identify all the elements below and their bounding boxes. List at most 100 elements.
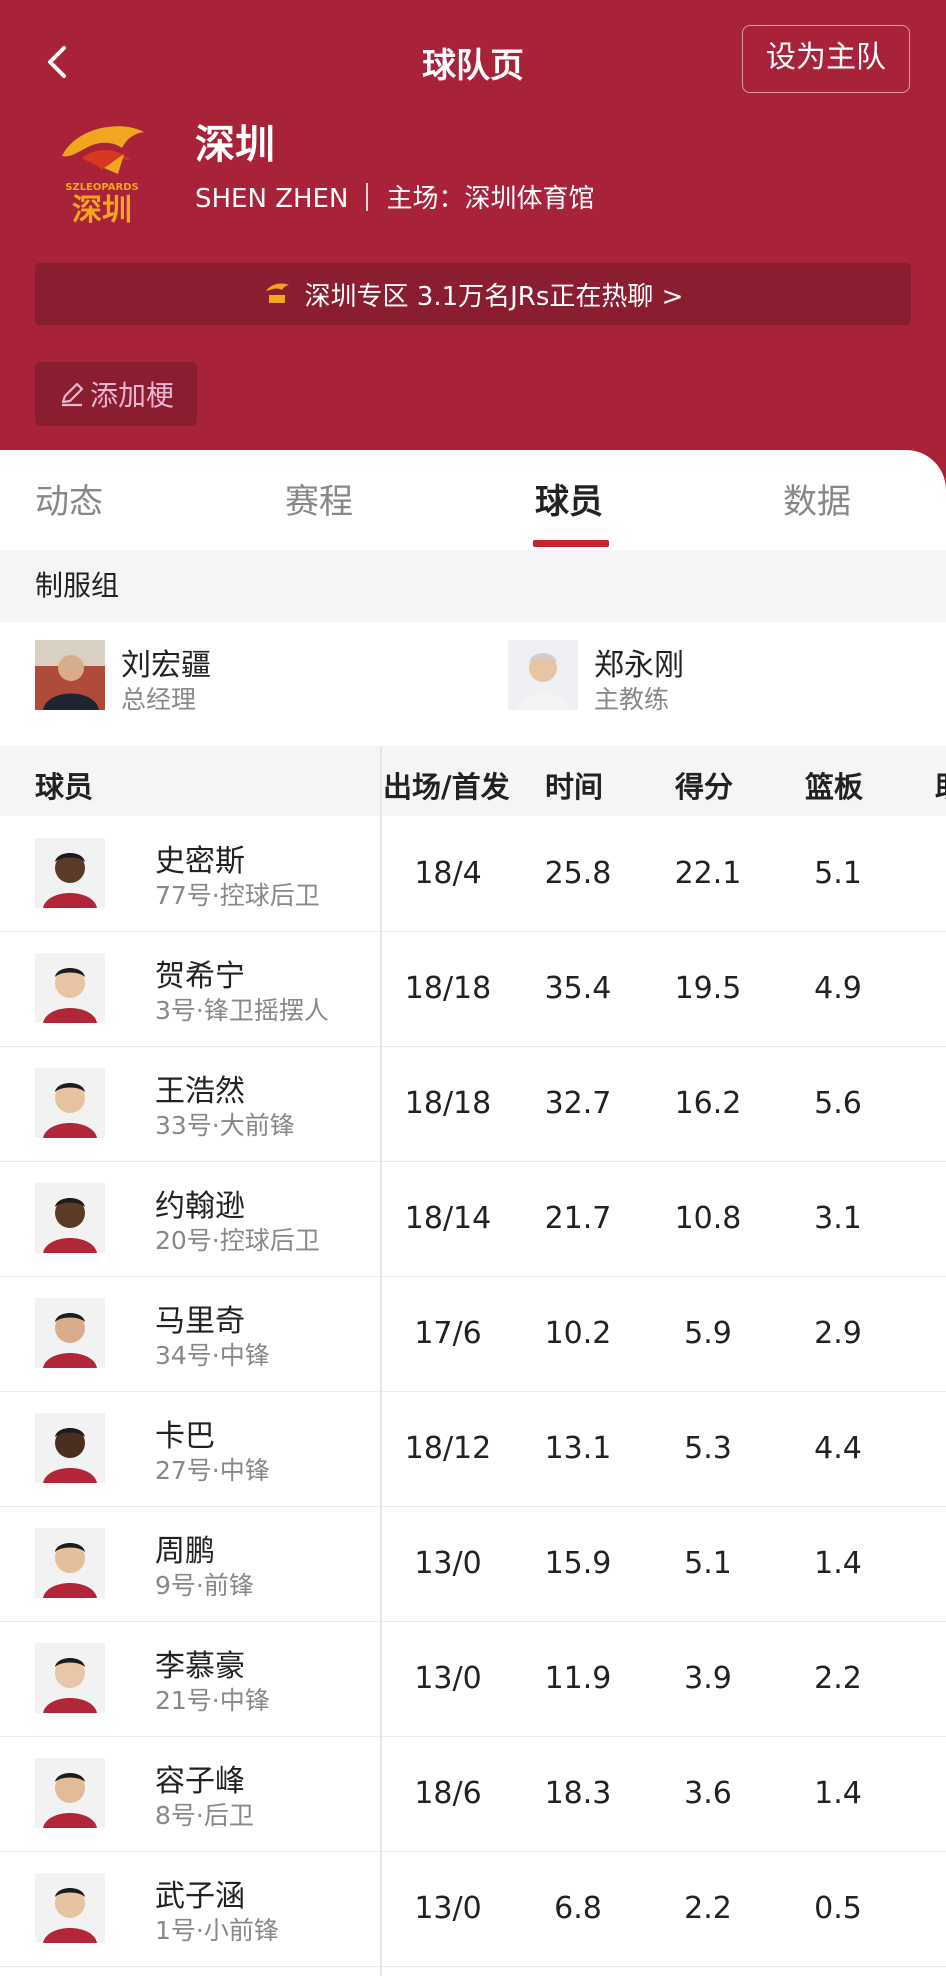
rebounds-cell: 4.9 [814, 971, 862, 1006]
team-logo-mini-icon [265, 283, 289, 303]
minutes-cell: 11.9 [544, 1661, 612, 1696]
subtitle-divider [366, 183, 369, 211]
player-number-position: 1号·小前锋 [155, 1916, 279, 1945]
active-tab-indicator [533, 540, 609, 547]
column-header-player: 球员 [35, 770, 94, 804]
player-avatar [35, 1758, 105, 1828]
player-number-position: 20号·控球后卫 [155, 1226, 320, 1255]
team-pinyin: SHEN ZHEN [195, 184, 349, 214]
points-cell: 16.2 [674, 1086, 742, 1121]
games-started-cell: 13/0 [414, 1661, 482, 1696]
rebounds-cell: 4.4 [814, 1431, 862, 1466]
roster-table-header: 球员 出场/首发 时间 得分 篮板 助 [0, 746, 946, 816]
player-name: 李慕豪 [155, 1649, 245, 1684]
column-divider [380, 746, 382, 1976]
rebounds-cell: 1.4 [814, 1546, 862, 1581]
team-header: 球队页 设为主队 SZLEOPARDS 深圳 深圳 SHEN ZHEN 主场：深圳… [0, 0, 946, 490]
home-court: 主场：深圳体育馆 [386, 184, 595, 214]
player-number-position: 8号·后卫 [155, 1801, 254, 1830]
player-row[interactable]: 约翰逊 20号·控球后卫 18/14 21.7 10.8 3.1 [0, 1161, 946, 1277]
games-started-cell: 18/14 [404, 1201, 492, 1236]
rebounds-cell: 2.9 [814, 1316, 862, 1351]
tab-schedule[interactable]: 赛程 [285, 474, 353, 523]
player-row[interactable]: 史密斯 77号·控球后卫 18/4 25.8 22.1 5.1 [0, 816, 946, 932]
svg-text:SZLEOPARDS: SZLEOPARDS [65, 182, 139, 193]
player-row[interactable]: 贺希宁 3号·锋卫摇摆人 18/18 35.4 19.5 4.9 [0, 931, 946, 1047]
minutes-cell: 13.1 [544, 1431, 612, 1466]
games-started-cell: 17/6 [414, 1316, 482, 1351]
tab-stats[interactable]: 数据 [783, 474, 851, 523]
player-number-position: 9号·前锋 [155, 1571, 254, 1600]
player-name: 武子涵 [155, 1879, 245, 1914]
minutes-cell: 6.8 [554, 1891, 602, 1926]
add-meme-label: 添加梗 [89, 379, 174, 412]
minutes-cell: 35.4 [544, 971, 612, 1006]
player-avatar [35, 1643, 105, 1713]
games-started-cell: 18/6 [414, 1776, 482, 1811]
team-forum-banner[interactable]: 深圳专区 3.1万名JRs正在热聊 > [35, 263, 911, 325]
staff-role: 主教练 [594, 685, 670, 714]
rebounds-cell: 5.6 [814, 1086, 862, 1121]
player-avatar [35, 1873, 105, 1943]
player-row[interactable]: 马里奇 34号·中锋 17/6 10.2 5.9 2.9 [0, 1276, 946, 1392]
player-number-position: 3号·锋卫摇摆人 [155, 996, 329, 1025]
player-name: 周鹏 [155, 1534, 215, 1569]
minutes-cell: 18.3 [544, 1776, 612, 1811]
add-meme-button[interactable]: 添加梗 [35, 362, 197, 426]
player-name: 容子峰 [155, 1764, 245, 1799]
avatar [35, 640, 105, 710]
minutes-cell: 21.7 [544, 1201, 612, 1236]
rebounds-cell: 1.4 [814, 1776, 862, 1811]
minutes-cell: 25.8 [544, 856, 612, 891]
player-row[interactable]: 李慕豪 21号·中锋 13/0 11.9 3.9 2.2 [0, 1621, 946, 1737]
player-avatar [35, 1183, 105, 1253]
games-started-cell: 13/0 [414, 1891, 482, 1926]
column-header-assists: 助 [935, 764, 946, 806]
player-name: 史密斯 [155, 844, 245, 879]
player-row[interactable]: 武子涵 1号·小前锋 13/0 6.8 2.2 0.5 [0, 1851, 946, 1967]
player-avatar [35, 1413, 105, 1483]
player-name: 贺希宁 [155, 959, 245, 994]
points-cell: 5.9 [684, 1316, 732, 1351]
staff-section-title: 制服组 [0, 550, 946, 622]
points-cell: 22.1 [674, 856, 742, 891]
rebounds-cell: 2.2 [814, 1661, 862, 1696]
team-name: 深圳 [195, 122, 275, 168]
svg-text:深圳: 深圳 [72, 193, 132, 228]
games-started-cell: 18/4 [414, 856, 482, 891]
player-number-position: 77号·控球后卫 [155, 881, 320, 910]
edit-pencil-icon [61, 382, 84, 407]
team-subtitle: SHEN ZHEN 主场：深圳体育馆 [195, 178, 594, 215]
games-started-cell: 18/18 [404, 1086, 492, 1121]
games-started-cell: 18/18 [404, 971, 492, 1006]
player-avatar [35, 1528, 105, 1598]
player-number-position: 33号·大前锋 [155, 1111, 295, 1140]
team-content: 动态 赛程 球员 数据 制服组 刘宏疆 总经理 郑永刚 主教练 球员 出场/首发… [0, 450, 946, 1976]
player-row[interactable]: 容子峰 8号·后卫 18/6 18.3 3.6 1.4 [0, 1736, 946, 1852]
points-cell: 5.3 [684, 1431, 732, 1466]
rebounds-cell: 3.1 [814, 1201, 862, 1236]
staff-role: 总经理 [121, 685, 197, 714]
player-name: 约翰逊 [155, 1189, 245, 1224]
minutes-cell: 32.7 [544, 1086, 612, 1121]
points-cell: 19.5 [674, 971, 742, 1006]
staff-name: 刘宏疆 [121, 648, 211, 683]
points-cell: 3.6 [684, 1776, 732, 1811]
points-cell: 5.1 [684, 1546, 732, 1581]
tab-feed[interactable]: 动态 [35, 474, 103, 523]
tab-bar: 动态 赛程 球员 数据 [0, 450, 946, 550]
player-number-position: 27号·中锋 [155, 1456, 270, 1485]
player-number-position: 21号·中锋 [155, 1686, 270, 1715]
points-cell: 10.8 [674, 1201, 742, 1236]
tab-players[interactable]: 球员 [535, 474, 603, 523]
column-header-points: 得分 [675, 770, 734, 804]
player-name: 卡巴 [155, 1419, 215, 1454]
player-number-position: 34号·中锋 [155, 1341, 270, 1370]
set-home-team-button[interactable]: 设为主队 [742, 25, 910, 93]
player-avatar [35, 1068, 105, 1138]
player-row[interactable]: 卡巴 27号·中锋 18/12 13.1 5.3 4.4 [0, 1391, 946, 1507]
games-started-cell: 13/0 [414, 1546, 482, 1581]
player-row[interactable]: 周鹏 9号·前锋 13/0 15.9 5.1 1.4 [0, 1506, 946, 1622]
minutes-cell: 10.2 [544, 1316, 612, 1351]
player-row[interactable]: 王浩然 33号·大前锋 18/18 32.7 16.2 5.6 [0, 1046, 946, 1162]
